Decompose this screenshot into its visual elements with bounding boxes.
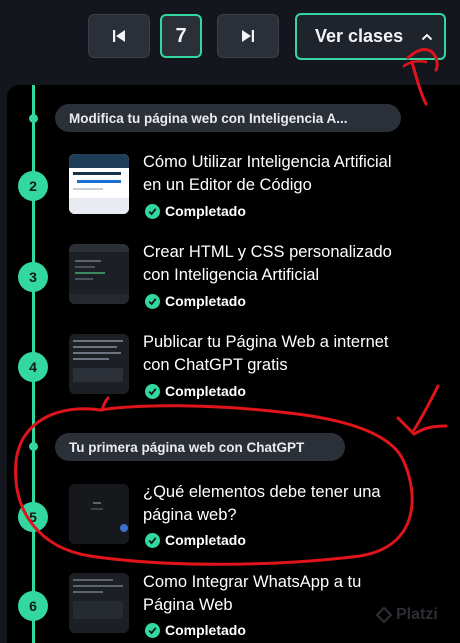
thumbnail-image (69, 484, 129, 544)
status-label: Completado (165, 203, 246, 219)
class-title-line: con ChatGPT gratis (143, 356, 288, 374)
class-thumbnail[interactable] (69, 244, 129, 304)
class-title[interactable]: Crear HTML y CSS personalizado con Intel… (143, 241, 443, 287)
class-number-circle: 2 (18, 171, 48, 201)
watermark-text: Platzi (396, 606, 438, 623)
section-marker (29, 442, 38, 451)
class-number: 4 (29, 359, 37, 375)
skip-next-icon (242, 30, 254, 42)
thumbnail-image (69, 573, 129, 633)
current-page-button[interactable]: 7 (160, 14, 202, 58)
class-title-line: en un Editor de Código (143, 176, 312, 194)
status-label: Completado (165, 293, 246, 309)
class-title-line: Cómo Utilizar Inteligencia Artificial (143, 153, 392, 171)
class-number-circle: 3 (18, 262, 48, 292)
check-circle-icon (145, 203, 160, 219)
check-circle-icon (145, 293, 160, 309)
class-title[interactable]: ¿Qué elementos debe tener una página web… (143, 481, 443, 527)
skip-previous-icon (113, 30, 125, 42)
class-title-line: Publicar tu Página Web a internet (143, 333, 389, 351)
status-label: Completado (165, 383, 246, 399)
class-thumbnail[interactable] (69, 154, 129, 214)
class-title-line: ¿Qué elementos debe tener una (143, 483, 381, 501)
class-number: 5 (29, 509, 37, 525)
class-status: Completado (145, 293, 246, 309)
class-title-line: Crear HTML y CSS personalizado (143, 243, 392, 261)
class-status: Completado (145, 532, 246, 548)
class-title-line: Como Integrar WhatsApp a tu (143, 573, 362, 591)
class-title-line: con Inteligencia Artificial (143, 266, 320, 284)
class-title-line: página web? (143, 506, 237, 524)
class-status: Completado (145, 622, 246, 638)
class-number-circle: 5 (18, 502, 48, 532)
next-class-button[interactable] (217, 14, 279, 58)
check-circle-icon (145, 622, 160, 638)
check-circle-icon (145, 532, 160, 548)
class-number-circle: 4 (18, 352, 48, 382)
check-circle-icon (145, 383, 160, 399)
section-chip: Tu primera página web con ChatGPT (55, 433, 345, 461)
section-title: Modifica tu página web con Inteligencia … (69, 110, 348, 126)
class-number: 6 (29, 598, 37, 614)
class-number: 3 (29, 269, 37, 285)
thumbnail-image (69, 334, 129, 394)
top-toolbar: 7 Ver clases (0, 0, 460, 76)
class-status: Completado (145, 203, 246, 219)
thumbnail-image (69, 244, 129, 304)
class-title[interactable]: Publicar tu Página Web a internet con Ch… (143, 331, 443, 377)
thumbnail-image (69, 154, 129, 214)
class-thumbnail[interactable] (69, 484, 129, 544)
class-thumbnail[interactable] (69, 573, 129, 633)
platzi-logo-icon (376, 607, 392, 623)
class-number: 2 (29, 178, 37, 194)
section-title: Tu primera página web con ChatGPT (69, 439, 305, 455)
class-thumbnail[interactable] (69, 334, 129, 394)
class-status: Completado (145, 383, 246, 399)
section-marker (29, 114, 38, 123)
chevron-up-icon (421, 33, 433, 40)
first-class-button[interactable] (88, 14, 150, 58)
view-classes-label: Ver clases (315, 26, 404, 46)
class-title[interactable]: Cómo Utilizar Inteligencia Artificial en… (143, 151, 443, 197)
class-number-circle: 6 (18, 591, 48, 621)
current-page-number: 7 (175, 24, 187, 47)
status-label: Completado (165, 532, 246, 548)
view-classes-button[interactable]: Ver clases (295, 13, 446, 60)
status-label: Completado (165, 622, 246, 638)
platzi-watermark: Platzi (376, 606, 438, 624)
section-chip: Modifica tu página web con Inteligencia … (55, 104, 401, 132)
